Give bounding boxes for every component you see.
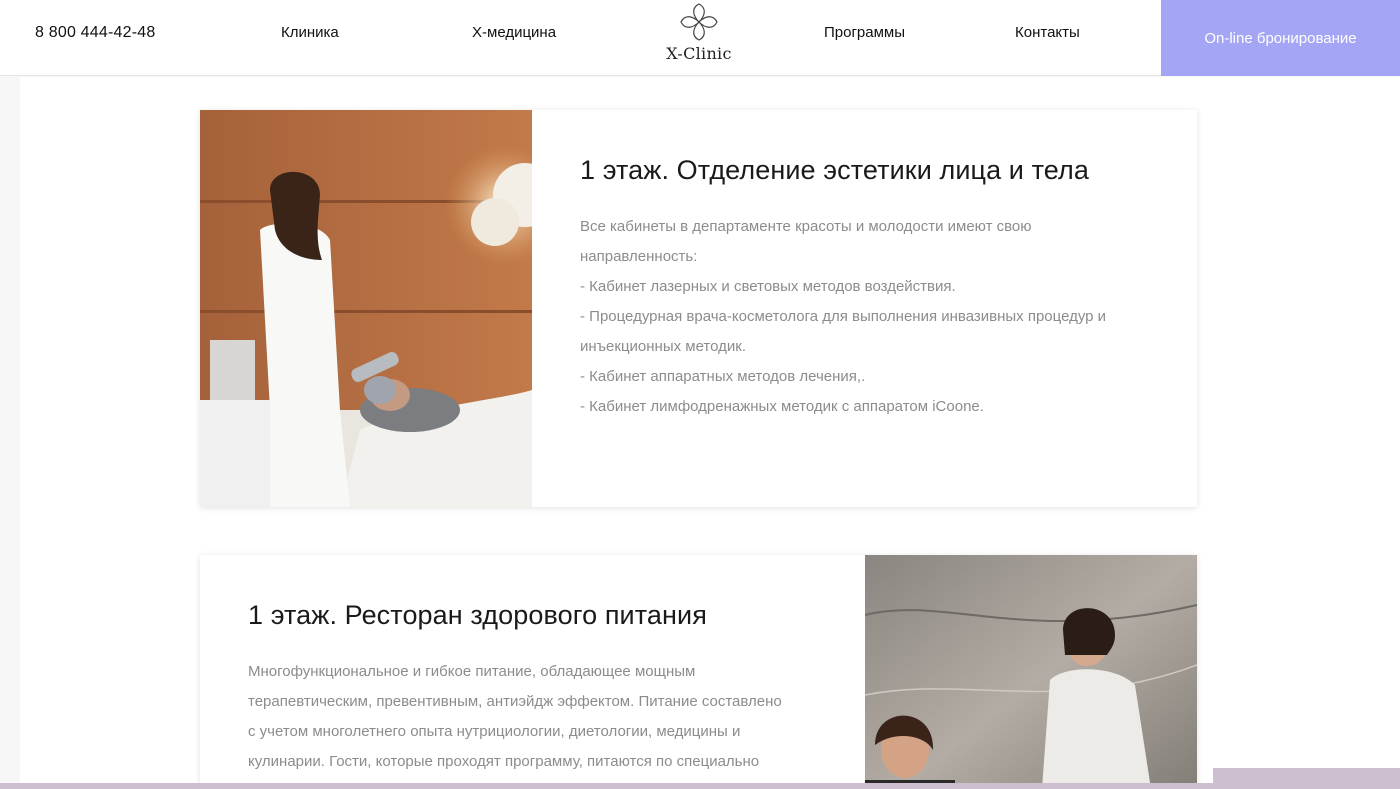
section-title: 1 этаж. Отделение эстетики лица и тела [580,155,1089,185]
section-line: - Кабинет лазерных и световых методов во… [580,278,956,295]
restaurant-text: 1 этаж. Ресторан здорового питания Много… [248,600,828,777]
section-line: направленность: [580,248,698,265]
aesthetics-photo [200,110,532,507]
nav-contacts[interactable]: Контакты [1015,24,1080,41]
section-card-aesthetics: 1 этаж. Отделение эстетики лица и тела В… [200,110,1197,507]
section-line: Все кабинеты в департаменте красоты и мо… [580,218,1032,235]
section-line: - Кабинет аппаратных методов лечения,. [580,368,866,385]
logo-text: X-Clinic [666,44,732,63]
section-title: 1 этаж. Ресторан здорового питания [248,600,707,630]
bottom-edge-strip-right [1213,768,1400,789]
flower-logo-icon [680,3,718,41]
section-line: инъекционных методик. [580,338,747,355]
aesthetics-text: 1 этаж. Отделение эстетики лица и тела В… [580,155,1160,422]
logo[interactable]: X-Clinic [660,2,738,72]
site-header: 8 800 444-42-48 Клиника X-медицина X-Cli… [0,0,1400,76]
section-line: кулинарии. Гости, которые проходят прогр… [248,753,760,770]
bottom-edge-strip [0,783,1400,789]
section-line: терапевтическим, превентивным, антиэйдж … [248,693,782,710]
section-card-restaurant: 1 этаж. Ресторан здорового питания Много… [200,555,1197,789]
online-booking-button[interactable]: On-line бронирование [1161,0,1400,76]
section-line: с учетом многолетнего опыта нутрициологи… [248,723,741,740]
nav-clinic[interactable]: Клиника [281,24,339,41]
section-line: - Кабинет лимфодренажных методик с аппар… [580,398,984,415]
restaurant-photo [865,555,1197,789]
section-line: - Процедурная врача-косметолога для выпо… [580,308,1107,325]
nav-x-medicine[interactable]: X-медицина [472,24,556,41]
phone-number[interactable]: 8 800 444-42-48 [35,24,155,42]
nav-programs[interactable]: Программы [824,24,905,41]
section-line: Многофункциональное и гибкое питание, об… [248,663,696,680]
